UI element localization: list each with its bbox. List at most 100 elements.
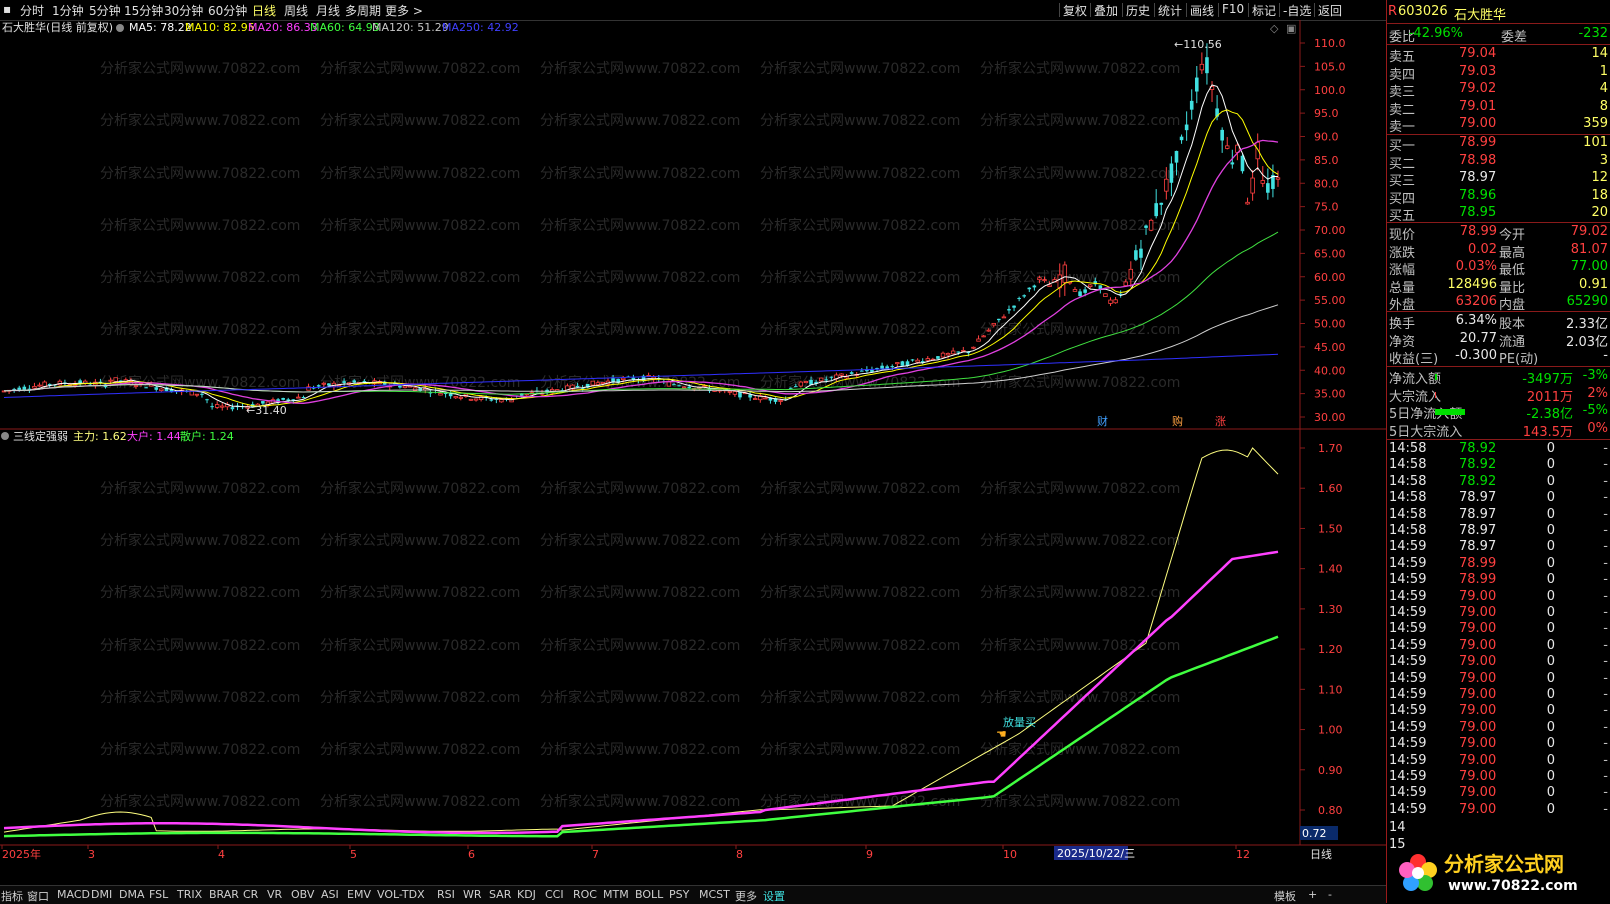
stat-value: 65290 bbox=[1566, 294, 1608, 309]
indicator-tab-17[interactable]: KDJ bbox=[517, 888, 536, 901]
indicator-tab-24[interactable]: 更多 bbox=[735, 888, 757, 904]
indicator-tab-7[interactable]: BRAR bbox=[209, 888, 239, 901]
candle-body bbox=[1250, 177, 1255, 194]
tick-volume: 0 bbox=[1546, 703, 1555, 719]
tick-price: 79.00 bbox=[1459, 703, 1497, 719]
candle-body bbox=[1012, 305, 1016, 308]
indicator-settings-icon[interactable] bbox=[1, 432, 9, 440]
tick-dir: - bbox=[1603, 621, 1608, 637]
candle-body bbox=[1205, 57, 1209, 74]
indicator-tab-18[interactable]: CCI bbox=[545, 888, 564, 901]
ask-volume: 4 bbox=[1599, 81, 1608, 96]
event-marker-0[interactable]: 财 bbox=[1097, 414, 1108, 428]
candle-body bbox=[738, 391, 742, 398]
candle-body bbox=[961, 349, 966, 352]
tick-price: 79.00 bbox=[1459, 687, 1497, 702]
watermark-text: 分析家公式网www.70822.com bbox=[320, 480, 520, 497]
indicator-tab-0[interactable]: 指标 bbox=[1, 888, 23, 904]
tick-volume: 0 bbox=[1546, 654, 1555, 670]
candle-body bbox=[321, 382, 326, 385]
candle-body bbox=[1078, 291, 1082, 297]
indicator-y-label: 1.10 bbox=[1318, 683, 1343, 696]
watermark-text: 分析家公式网www.70822.com bbox=[540, 321, 740, 338]
diamond-icon[interactable]: ◇ bbox=[1270, 22, 1279, 35]
tick-dir: - bbox=[1603, 703, 1608, 719]
indicator-tab-10[interactable]: OBV bbox=[291, 888, 314, 901]
chart-area[interactable]: 分析家公式网www.70822.com 分析家公式网www.70822.com 分析… bbox=[0, 0, 1386, 885]
chart-title: 石大胜华(日线 前复权) bbox=[2, 20, 113, 34]
event-marker-2[interactable]: 涨 bbox=[1215, 415, 1226, 428]
candle-body bbox=[194, 393, 200, 396]
y-axis-label: 30.00 bbox=[1314, 411, 1346, 424]
watermark-text: 分析家公式网www.70822.com bbox=[760, 217, 960, 234]
indicator-tab-22[interactable]: PSY bbox=[669, 888, 689, 901]
candle-body bbox=[489, 399, 494, 401]
tick-dir: - bbox=[1603, 555, 1608, 571]
candle-body bbox=[1128, 268, 1134, 280]
indicator-tab-16[interactable]: SAR bbox=[489, 888, 511, 901]
candle-body bbox=[1108, 299, 1113, 304]
settings-icon[interactable] bbox=[116, 24, 124, 32]
window-icon[interactable]: ▣ bbox=[1286, 22, 1296, 35]
tick-row: 14:59 79.00 0 - bbox=[1387, 753, 1610, 771]
tick-price: 78.99 bbox=[1459, 555, 1497, 571]
tick-price: 79.00 bbox=[1459, 785, 1497, 801]
watermark-text: 分析家公式网www.70822.com bbox=[100, 60, 300, 77]
indicator-tab-12[interactable]: EMV bbox=[347, 888, 371, 901]
indicator-tab-11[interactable]: ASI bbox=[321, 888, 339, 901]
indicator-tab-20[interactable]: MTM bbox=[603, 888, 629, 901]
bottom-right-button-1[interactable]: + bbox=[1308, 888, 1317, 901]
indicator-tab-15[interactable]: WR bbox=[463, 888, 482, 901]
event-marker-1[interactable]: 购 bbox=[1172, 414, 1183, 428]
candle-body bbox=[1134, 250, 1138, 260]
indicator-tab-6[interactable]: TRIX bbox=[177, 888, 202, 901]
candle-body bbox=[971, 346, 976, 349]
divider bbox=[1387, 311, 1610, 312]
candle-body bbox=[1037, 277, 1042, 281]
candle-body bbox=[1083, 289, 1087, 293]
bottom-right-button-0[interactable]: 模板 bbox=[1274, 888, 1296, 904]
candle-body bbox=[1047, 284, 1052, 287]
tick-dir: - bbox=[1603, 490, 1608, 506]
indicator-tab-3[interactable]: DMI bbox=[91, 888, 112, 901]
period-indicator[interactable]: 日线 bbox=[1310, 847, 1332, 861]
ratio-value: -42.96% bbox=[1408, 26, 1463, 41]
time-axis-label: 3 bbox=[88, 848, 95, 861]
cursor-date: 2025/10/22/三 bbox=[1057, 847, 1135, 860]
bid-label: 买四 bbox=[1389, 191, 1416, 207]
indicator-tab-2[interactable]: MACD bbox=[57, 888, 90, 901]
candle-body bbox=[1199, 63, 1205, 71]
bottom-right-button-2[interactable]: - bbox=[1328, 888, 1332, 901]
candle-body bbox=[986, 329, 991, 332]
tick-row: 14:58 78.97 0 - bbox=[1387, 507, 1610, 525]
candle-body bbox=[1260, 180, 1265, 184]
indicator-tab-13[interactable]: VOL-TDX bbox=[377, 888, 425, 901]
time-axis-label: 8 bbox=[736, 848, 743, 861]
watermark-text: 分析家公式网www.70822.com bbox=[100, 217, 300, 234]
stat-label: 今开 bbox=[1499, 228, 1526, 243]
candle-body bbox=[1189, 100, 1194, 110]
tick-price: 79.00 bbox=[1459, 621, 1497, 637]
indicator-tab-4[interactable]: DMA bbox=[119, 888, 145, 901]
indicator-tab-1[interactable]: 窗口 bbox=[27, 888, 49, 904]
indicator-tab-19[interactable]: ROC bbox=[573, 888, 597, 901]
r-badge: R bbox=[1388, 4, 1398, 19]
tick-price: 79.00 bbox=[1459, 801, 1497, 817]
stat-value: 6.34% bbox=[1455, 313, 1497, 328]
indicator-tab-21[interactable]: BOLL bbox=[635, 888, 663, 901]
indicator-tab-25[interactable]: 设置 bbox=[763, 888, 785, 904]
indicator-tab-14[interactable]: RSI bbox=[437, 888, 455, 901]
indicator-tab-9[interactable]: VR bbox=[267, 888, 282, 901]
candle-body bbox=[133, 385, 139, 387]
candle-body bbox=[1007, 309, 1011, 311]
tick-row: 14:59 79.00 0 - bbox=[1387, 720, 1610, 738]
candle-body bbox=[925, 358, 930, 361]
indicator-tab-5[interactable]: FSL bbox=[149, 888, 168, 901]
watermark-text: 分析家公式网www.70822.com bbox=[760, 584, 960, 601]
stat-label: 最高 bbox=[1499, 245, 1526, 261]
stat-value: -0.300 bbox=[1455, 348, 1497, 363]
indicator-tab-8[interactable]: CR bbox=[243, 888, 258, 901]
indicator-tab-23[interactable]: MCST bbox=[699, 888, 730, 901]
candle-body bbox=[200, 393, 204, 395]
stat-row: 现价 78.99 今开 79.02 bbox=[1387, 224, 1610, 243]
